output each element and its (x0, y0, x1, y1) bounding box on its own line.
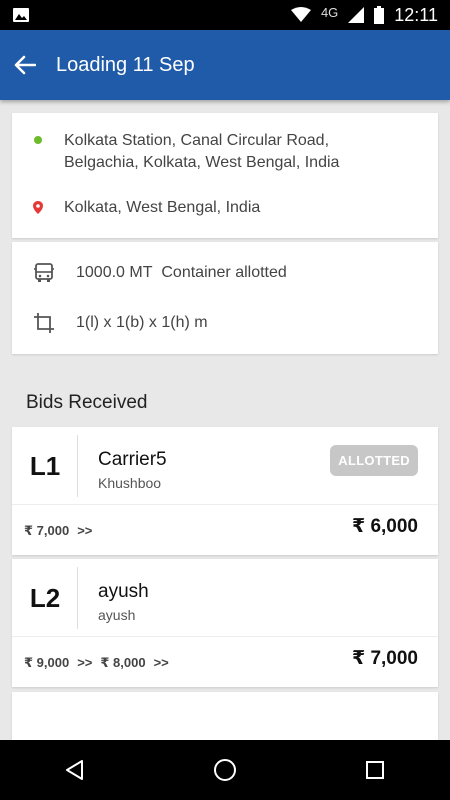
bid-amount: ₹ 7,000 (351, 648, 418, 669)
location-pin-icon (33, 201, 43, 214)
crop-dimensions-icon (34, 313, 54, 333)
carrier-contact: ayush (98, 607, 136, 623)
nav-back-icon[interactable] (64, 759, 86, 781)
destination-row: Kolkata, West Bengal, India (12, 197, 438, 219)
vehicle-row: 1000.0 MT Container allotted (12, 262, 438, 284)
previous-bid: ₹ 8,000 (100, 655, 146, 670)
previous-bid: ₹ 7,000 (24, 523, 70, 538)
history-arrow: >> (153, 655, 169, 670)
truck-icon (34, 263, 54, 282)
carrier-name: Carrier5 (98, 449, 167, 470)
allotted-badge: ALLOTTED (330, 445, 418, 476)
signal-icon (348, 7, 365, 23)
origin-row: Kolkata Station, Canal Circular Road, Be… (12, 130, 438, 174)
load-vehicle: Container allotted (161, 264, 287, 281)
bid-header: L2 ayush ayush (12, 559, 438, 637)
system-navigation-bar (0, 740, 450, 800)
origin-dot-icon (34, 136, 42, 144)
page-title: Loading 11 Sep (56, 53, 195, 76)
divider (77, 567, 78, 629)
divider (77, 435, 78, 497)
history-arrow: >> (77, 655, 93, 670)
bid-card[interactable]: L1 Carrier5 Khushboo ALLOTTED ₹ 7,000 >>… (12, 427, 438, 555)
nav-home-icon[interactable] (213, 758, 237, 782)
bid-history: ₹ 9,000 >> ₹ 8,000 >> (24, 655, 169, 671)
bid-history: ₹ 7,000 >> (24, 523, 92, 539)
bid-amount: ₹ 6,000 (351, 516, 418, 537)
network-type: 4G (320, 4, 339, 20)
bid-card[interactable]: L2 ayush ayush ₹ 9,000 >> ₹ 8,000 >> ₹ 7… (12, 559, 438, 687)
main-content[interactable]: Kolkata Station, Canal Circular Road, Be… (0, 100, 450, 740)
app-bar: Loading 11 Sep (0, 30, 450, 100)
status-bar: 4G 12:11 (0, 0, 450, 30)
carrier-contact: Khushboo (98, 475, 162, 491)
nav-recents-icon[interactable] (364, 759, 386, 781)
load-quantity: 1000.0 MT (76, 264, 153, 281)
bid-rank: L1 (29, 450, 61, 481)
dimensions-row: 1(l) x 1(b) x 1(h) m (12, 312, 438, 334)
back-button[interactable] (0, 30, 50, 100)
bid-card[interactable] (12, 692, 438, 740)
bid-footer: ₹ 9,000 >> ₹ 8,000 >> ₹ 7,000 (12, 637, 438, 687)
arrow-back-icon (14, 55, 36, 75)
wifi-icon (290, 7, 311, 22)
history-arrow: >> (77, 523, 93, 538)
origin-address: Kolkata Station, Canal Circular Road, Be… (64, 132, 340, 171)
bids-section-title: Bids Received (26, 392, 148, 413)
carrier-name: ayush (98, 581, 149, 602)
destination-address: Kolkata, West Bengal, India (64, 199, 261, 216)
clock: 12:11 (394, 4, 438, 25)
load-dimensions: 1(l) x 1(b) x 1(h) m (76, 314, 208, 331)
previous-bid: ₹ 9,000 (24, 655, 70, 670)
battery-icon (374, 6, 385, 24)
route-card: Kolkata Station, Canal Circular Road, Be… (12, 113, 438, 238)
load-info-card: 1000.0 MT Container allotted 1(l) x 1(b)… (12, 242, 438, 354)
bid-rank: L2 (29, 582, 61, 613)
bid-header: L1 Carrier5 Khushboo ALLOTTED (12, 427, 438, 505)
image-notification-icon (13, 8, 29, 22)
load-summary: 1000.0 MT Container allotted (76, 264, 287, 282)
bid-footer: ₹ 7,000 >> ₹ 6,000 (12, 505, 438, 555)
